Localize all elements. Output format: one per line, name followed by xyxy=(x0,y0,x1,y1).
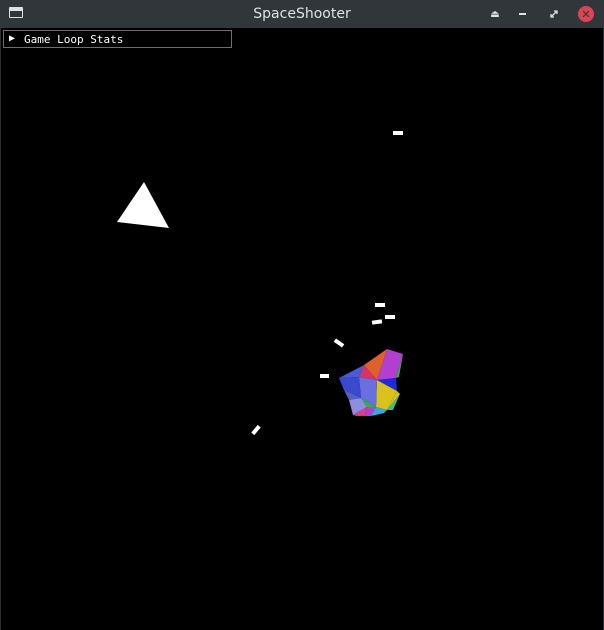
eject-icon[interactable]: ⏏ xyxy=(486,5,504,23)
bullet xyxy=(333,338,345,348)
restore-icon[interactable] xyxy=(545,5,563,23)
bullet xyxy=(371,319,383,325)
close-icon[interactable]: ✕ xyxy=(578,6,594,22)
window-titlebar[interactable]: SpaceShooter ⏏ ✕ xyxy=(0,0,604,28)
bullet xyxy=(385,315,395,319)
asteroid xyxy=(339,349,403,416)
player-ship xyxy=(117,182,169,228)
minimize-icon[interactable] xyxy=(513,5,531,23)
bullet xyxy=(393,131,403,135)
bullet xyxy=(251,424,261,436)
bullet xyxy=(375,303,385,307)
game-scene xyxy=(117,131,403,436)
bullet xyxy=(320,374,329,378)
game-viewport[interactable]: ▶ Game Loop Stats xyxy=(0,28,604,630)
